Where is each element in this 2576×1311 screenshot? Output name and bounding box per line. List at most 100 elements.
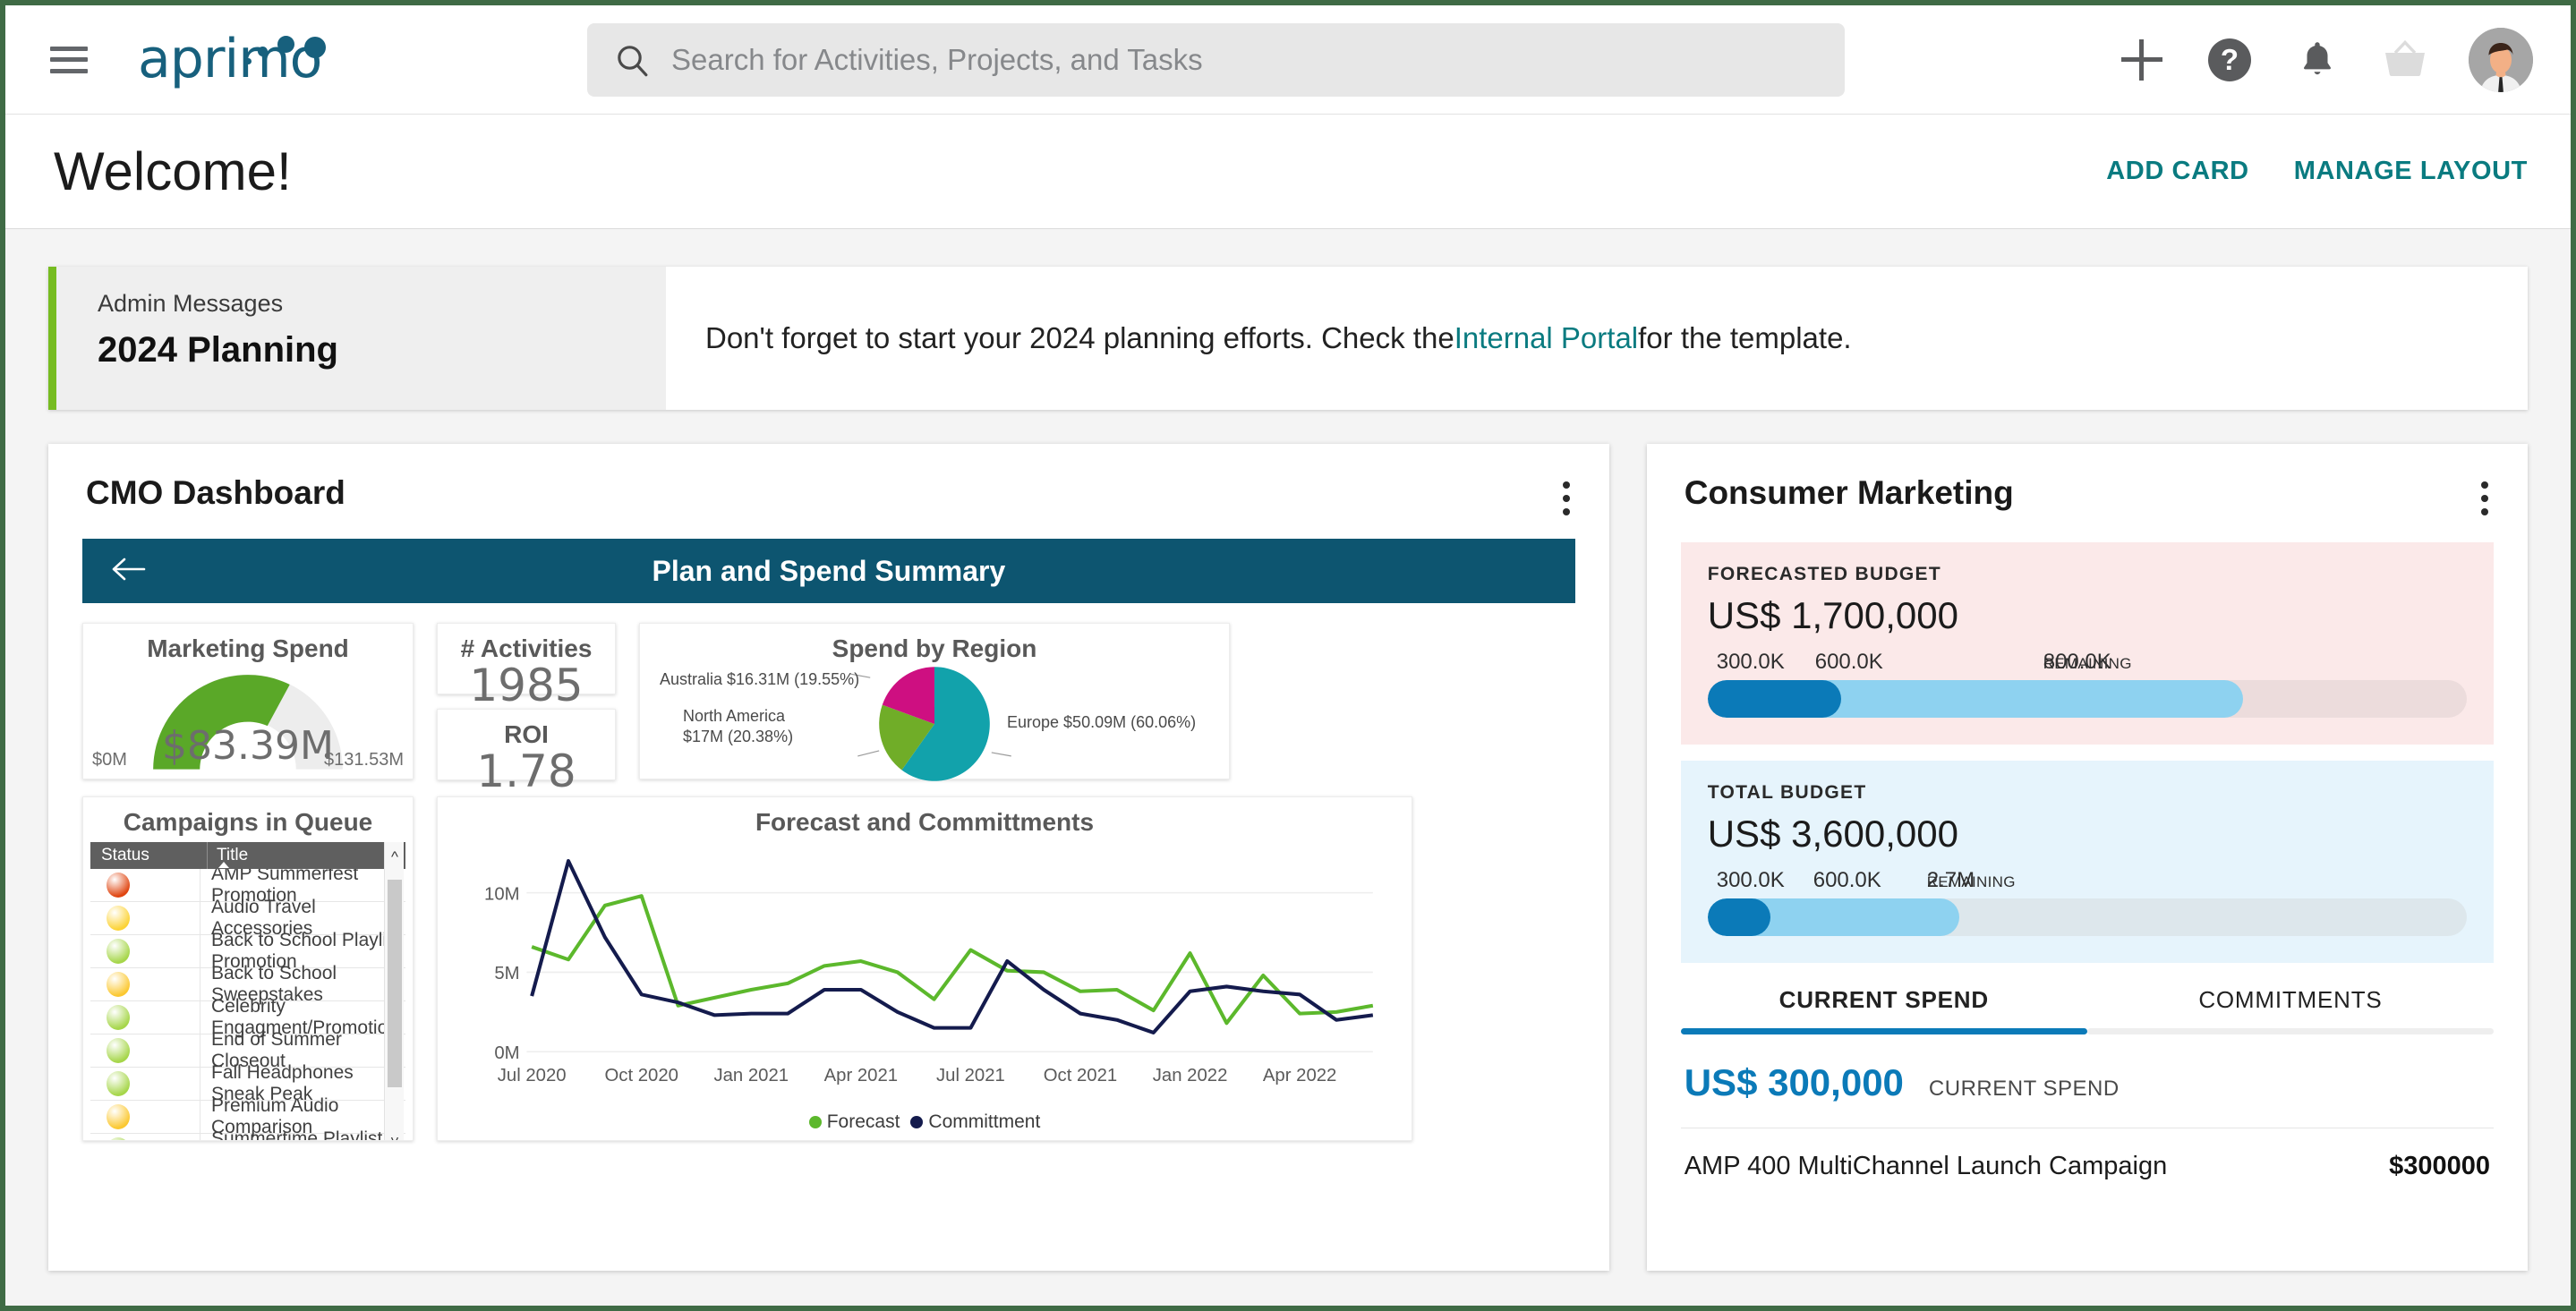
forecast-commitments-chart: 0M 5M 10M Jul 2020 Oct 2020 Jan 2021 Apr 2021 J… bbox=[484, 859, 1374, 1085]
cmo-card-title: CMO Dashboard bbox=[86, 474, 345, 511]
tb-tick-3-remaining: 2.7M REMAINING bbox=[1926, 868, 2016, 892]
banner-text-before: Don't forget to start your 2024 planning… bbox=[705, 321, 1454, 354]
admin-banner-label: Admin Messages bbox=[98, 290, 284, 317]
campaign-title-cell: Summertime Playlist Promotion bbox=[200, 1128, 405, 1140]
current-spend-label: CURRENT SPEND bbox=[1928, 1077, 2120, 1101]
kpi-column: # Activities 1985 ROI 1.78 bbox=[437, 623, 616, 794]
current-spend-amount: US$ 300,000 bbox=[1684, 1061, 1904, 1103]
marketing-spend-min: $0M bbox=[92, 750, 127, 770]
cmo-card-menu-icon[interactable] bbox=[1554, 474, 1579, 523]
column-header-title[interactable]: Title bbox=[207, 842, 405, 869]
pie-label-europe: Europe $50.09M (60.06%) bbox=[1007, 713, 1197, 731]
roi-tile[interactable]: ROI 1.78 bbox=[437, 709, 616, 794]
aprimo-logo[interactable]: aprimo bbox=[138, 28, 362, 90]
campaigns-table-body[interactable]: AMP Summerfest Promotion Audio Travel Acc… bbox=[90, 869, 405, 1140]
dashboard-cards: CMO Dashboard Plan and Spend Summary Mar… bbox=[5, 410, 2571, 1271]
cmo-dashboard-card: CMO Dashboard Plan and Spend Summary Mar… bbox=[48, 444, 1609, 1271]
scroll-up-icon[interactable]: ^ bbox=[385, 844, 405, 871]
status-indicator-icon bbox=[107, 1104, 130, 1129]
notifications-button[interactable] bbox=[2293, 36, 2341, 84]
leader-north-america bbox=[857, 750, 880, 757]
pie-label-north-america-line2: $17M (20.38%) bbox=[683, 727, 794, 745]
current-spend-summary: US$ 300,000 CURRENT SPEND bbox=[1680, 1034, 2494, 1128]
global-search[interactable] bbox=[587, 22, 1845, 97]
table-row[interactable]: Summertime Playlist Promotion bbox=[90, 1128, 405, 1140]
legend-committment: Committment bbox=[910, 1111, 1040, 1133]
legend-forecast: Forecast bbox=[808, 1111, 900, 1133]
plan-spend-row-bottom: Campaigns in Queue Status Title AMP Summ… bbox=[82, 796, 1575, 1141]
total-budget-bar bbox=[1707, 898, 2467, 936]
internal-portal-link[interactable]: Internal Portal bbox=[1454, 321, 1638, 355]
x-axis-tick: Jan 2022 bbox=[1153, 1066, 1228, 1085]
consumer-marketing-menu-icon[interactable] bbox=[2472, 474, 2497, 523]
tab-current-spend-indicator bbox=[1680, 1028, 2087, 1034]
user-avatar[interactable] bbox=[2469, 27, 2533, 92]
sort-ascending-icon bbox=[218, 862, 229, 868]
x-axis-tick: Jul 2021 bbox=[936, 1066, 1005, 1085]
consumer-marketing-header: Consumer Marketing bbox=[1647, 444, 2528, 523]
status-indicator-icon bbox=[107, 939, 130, 964]
consumer-marketing-card: Consumer Marketing FORECASTED BUDGET US$… bbox=[1646, 444, 2528, 1271]
scroll-down-icon[interactable]: ˅ bbox=[385, 1128, 405, 1140]
plan-spend-grid: Marketing Spend $83.39M $0M $131.53M # A… bbox=[48, 603, 1609, 1141]
pie-label-north-america: North America $17M (20.38%) bbox=[683, 706, 793, 746]
forecast-commitments-tile[interactable]: Forecast and Committments 0M 5M 10M Jul 202… bbox=[437, 796, 1412, 1141]
basket-icon bbox=[2385, 39, 2425, 76]
bell-icon bbox=[2304, 41, 2331, 74]
tab-current-spend[interactable]: CURRENT SPEND bbox=[1680, 986, 2087, 1034]
cart-button[interactable] bbox=[2381, 36, 2429, 84]
status-indicator-icon bbox=[107, 1038, 130, 1063]
manage-layout-button[interactable]: MANAGE LAYOUT bbox=[2294, 157, 2528, 186]
hamburger-menu-icon[interactable] bbox=[50, 46, 88, 73]
forecasted-budget-amount: US$ 1,700,000 bbox=[1707, 594, 1958, 636]
campaigns-table-scrollbar[interactable]: ^ ˅ bbox=[384, 842, 405, 1140]
total-budget-ticks: 300.0K 600.0K 2.7M REMAINING bbox=[1708, 868, 2467, 898]
banner-text-after: for the template. bbox=[1638, 321, 1852, 354]
add-card-button[interactable]: ADD CARD bbox=[2106, 157, 2248, 186]
campaigns-table: Status Title AMP Summerfest Promotion Aud… bbox=[90, 842, 405, 1140]
total-budget-amount: US$ 3,600,000 bbox=[1707, 813, 1958, 855]
tab-current-spend-label: CURRENT SPEND bbox=[1778, 986, 1989, 1013]
roi-value: 1.78 bbox=[476, 745, 576, 797]
column-header-status[interactable]: Status bbox=[90, 846, 207, 865]
forecasted-budget-box: FORECASTED BUDGET US$ 1,700,000 300.0K 6… bbox=[1680, 542, 2494, 745]
admin-banner-left: Admin Messages 2024 Planning bbox=[48, 267, 666, 410]
campaign-spend-row[interactable]: AMP 400 MultiChannel Launch Campaign $30… bbox=[1681, 1128, 2494, 1181]
campaigns-queue-title: Campaigns in Queue bbox=[123, 808, 373, 836]
x-axis-tick: Oct 2021 bbox=[1044, 1066, 1118, 1085]
add-new-button[interactable] bbox=[2118, 36, 2166, 84]
marketing-spend-tile[interactable]: Marketing Spend $83.39M $0M $131.53M bbox=[82, 623, 414, 779]
page-title: Welcome! bbox=[54, 141, 292, 201]
activities-tile[interactable]: # Activities 1985 bbox=[437, 623, 616, 708]
y-axis-tick: 0M bbox=[494, 1043, 519, 1063]
x-axis-tick: Oct 2020 bbox=[604, 1066, 678, 1085]
pie-label-australia: Australia $16.31M (19.55%) bbox=[660, 670, 860, 688]
help-button[interactable]: ? bbox=[2205, 36, 2254, 84]
plan-spend-header: Plan and Spend Summary bbox=[82, 539, 1575, 603]
cmo-card-header: CMO Dashboard bbox=[48, 444, 1609, 523]
marketing-spend-title: Marketing Spend bbox=[147, 634, 349, 662]
activities-title: # Activities bbox=[460, 634, 593, 662]
tab-commitments-indicator bbox=[2086, 1028, 2494, 1034]
forecasted-budget-ticks: 300.0K 600.0K 800.0K REMAINING bbox=[1708, 650, 2467, 680]
plan-spend-title: Plan and Spend Summary bbox=[652, 554, 1006, 587]
search-input[interactable] bbox=[671, 42, 1818, 77]
forecasted-budget-label: FORECASTED BUDGET bbox=[1707, 564, 1941, 584]
page-header: Welcome! ADD CARD MANAGE LAYOUT bbox=[5, 115, 2571, 229]
campaigns-in-queue-tile[interactable]: Campaigns in Queue Status Title AMP Summ… bbox=[82, 796, 414, 1141]
admin-banner-message: Don't forget to start your 2024 planning… bbox=[666, 267, 2528, 410]
status-indicator-icon bbox=[107, 1005, 130, 1030]
marketing-spend-max: $131.53M bbox=[324, 750, 404, 770]
scrollbar-thumb[interactable] bbox=[388, 880, 402, 1087]
tab-commitments[interactable]: COMMITMENTS bbox=[2086, 986, 2494, 1034]
campaign-amount: $300000 bbox=[2389, 1152, 2490, 1180]
spend-by-region-tile[interactable]: Spend by Region Australia $16.31M (19.55… bbox=[639, 623, 1230, 781]
status-indicator-icon bbox=[107, 1137, 130, 1140]
tab-commitments-label: COMMITMENTS bbox=[2198, 986, 2383, 1013]
leader-europe bbox=[991, 752, 1011, 757]
plan-spend-row-top: Marketing Spend $83.39M $0M $131.53M # A… bbox=[82, 623, 1575, 794]
forecasted-budget-bar bbox=[1707, 680, 2467, 718]
arrow-left-icon[interactable] bbox=[109, 556, 149, 587]
logo-dots-icon bbox=[243, 33, 351, 64]
campaign-name: AMP 400 MultiChannel Launch Campaign bbox=[1684, 1152, 2168, 1180]
